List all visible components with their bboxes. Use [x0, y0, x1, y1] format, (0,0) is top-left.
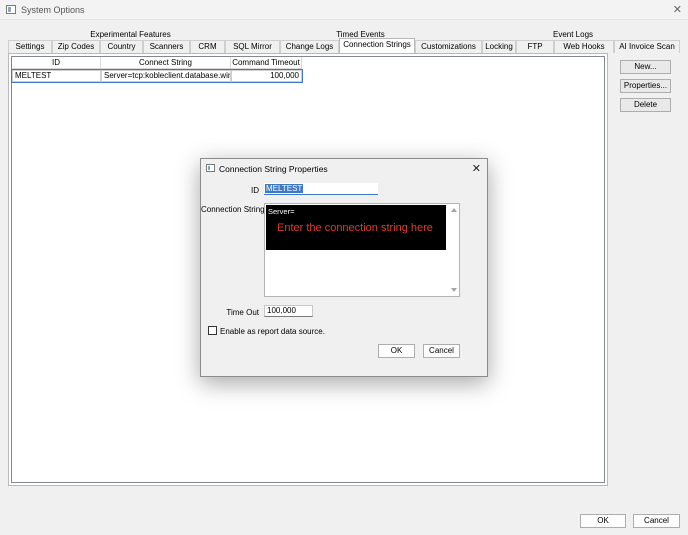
window-title: System Options	[21, 5, 85, 15]
properties-button[interactable]: Properties...	[620, 79, 671, 93]
tab-group-event-logs: Event Logs	[552, 30, 594, 39]
tab-customizations[interactable]: Customizations	[415, 40, 482, 53]
column-header-command-timeout[interactable]: Command Timeout	[231, 57, 302, 69]
connection-string-field[interactable]: Server= Enter the connection string here	[264, 203, 460, 297]
tab-web-hooks[interactable]: Web Hooks	[554, 40, 614, 53]
redaction-box: Server= Enter the connection string here	[266, 205, 446, 250]
close-icon[interactable]: ✕	[673, 3, 682, 16]
scroll-up-icon[interactable]	[451, 208, 457, 212]
new-button[interactable]: New...	[620, 60, 671, 74]
ok-button[interactable]: OK	[580, 514, 626, 528]
tab-zip-codes[interactable]: Zip Codes	[52, 40, 100, 53]
connection-string-properties-dialog: Connection String Properties ✕ ID MELTES…	[200, 158, 488, 377]
tab-scanners[interactable]: Scanners	[143, 40, 190, 53]
tab-ai-invoice-scan[interactable]: AI Invoice Scan	[614, 40, 680, 53]
timeout-label: Time Out	[226, 308, 259, 317]
dialog-title: Connection String Properties	[219, 164, 328, 174]
dialog-app-icon	[206, 164, 215, 172]
tab-group-experimental-features: Experimental Features	[90, 30, 171, 39]
tab-strip: Experimental Features Timed Events Event…	[8, 28, 680, 54]
report-data-source-label: Enable as report data source.	[220, 327, 325, 336]
column-header-id[interactable]: ID	[12, 57, 101, 69]
connection-string-value: Server=	[268, 207, 295, 216]
tab-crm[interactable]: CRM	[190, 40, 225, 53]
cell-command-timeout: 100,000	[231, 70, 302, 82]
id-field[interactable]: MELTEST	[264, 183, 378, 195]
tab-country[interactable]: Country	[100, 40, 143, 53]
connection-string-scrollbar[interactable]	[449, 204, 459, 296]
title-bar: System Options ✕	[0, 0, 688, 20]
id-field-value: MELTEST	[265, 184, 304, 193]
tab-locking[interactable]: Locking	[482, 40, 516, 53]
tab-sql-mirror[interactable]: SQL Mirror	[225, 40, 280, 53]
tab-ftp[interactable]: FTP	[516, 40, 554, 53]
tab-connection-strings[interactable]: Connection Strings	[339, 38, 415, 53]
dialog-cancel-button[interactable]: Cancel	[423, 344, 460, 358]
timeout-field[interactable]: 100,000	[264, 305, 313, 317]
cell-id: MELTEST	[12, 70, 101, 82]
tab-change-logs[interactable]: Change Logs	[280, 40, 339, 53]
report-data-source-checkbox[interactable]	[208, 326, 217, 335]
connection-string-overlay-text: Enter the connection string here	[277, 222, 433, 234]
column-header-connect-string[interactable]: Connect String	[101, 57, 231, 69]
dialog-title-bar: Connection String Properties ✕	[201, 159, 487, 179]
cancel-button[interactable]: Cancel	[633, 514, 680, 528]
dialog-ok-button[interactable]: OK	[378, 344, 415, 358]
tab-row: Settings Zip Codes Country Scanners CRM …	[8, 38, 680, 53]
app-icon	[6, 5, 16, 14]
delete-button[interactable]: Delete	[620, 98, 671, 112]
system-options-window: System Options ✕ Experimental Features T…	[0, 0, 688, 535]
connection-string-label: Connection String:	[201, 205, 267, 214]
cell-connect-string: Server=tcp:kobleclient.database.windows	[101, 70, 231, 82]
tab-settings[interactable]: Settings	[8, 40, 52, 53]
dialog-close-icon[interactable]: ✕	[472, 162, 481, 175]
scroll-down-icon[interactable]	[451, 288, 457, 292]
id-label: ID	[251, 186, 259, 195]
